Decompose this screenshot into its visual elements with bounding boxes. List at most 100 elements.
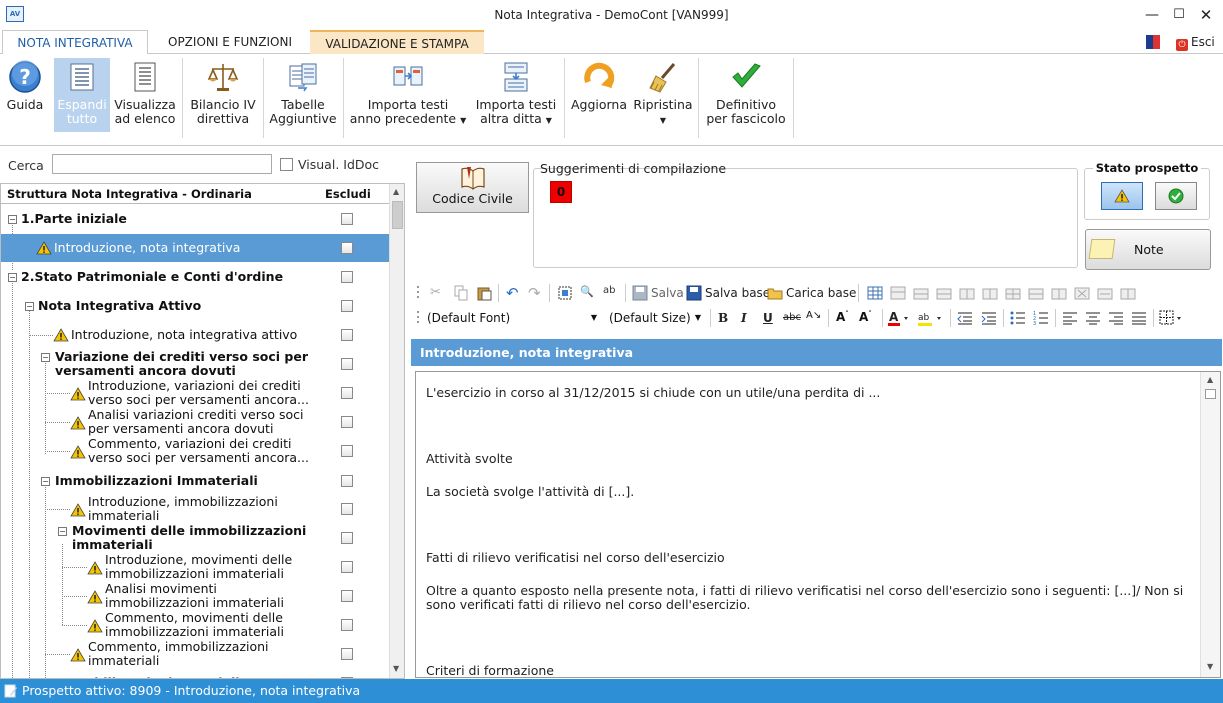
font-size-select[interactable]: (Default Size) ▼ [602, 308, 706, 328]
undo-icon[interactable]: ↶ [506, 285, 522, 301]
scroll-down-icon[interactable]: ▼ [1207, 662, 1213, 671]
tree-row[interactable]: − Variazione dei crediti verso soci per ve… [1, 350, 389, 378]
codice-civile-button[interactable]: Codice Civile [416, 162, 529, 213]
cut-icon[interactable]: ✂ [430, 285, 446, 301]
align-left-icon[interactable] [1062, 310, 1078, 326]
align-center-icon[interactable] [1085, 310, 1101, 326]
escludi-checkbox[interactable] [341, 532, 353, 544]
tree-row[interactable]: Commento, immobilizzazioni immateriali [1, 640, 389, 668]
escludi-checkbox[interactable] [341, 503, 353, 515]
escludi-checkbox[interactable] [341, 387, 353, 399]
escludi-checkbox[interactable] [341, 619, 353, 631]
scroll-up-icon[interactable]: ▲ [1207, 375, 1213, 384]
find-icon[interactable]: 🔍 [580, 285, 596, 301]
expand-toggle-icon[interactable]: − [8, 215, 17, 224]
search-input[interactable] [52, 154, 272, 174]
save-icon[interactable] [632, 285, 648, 301]
editor-scrollbar[interactable]: ▲ ▼ [1200, 372, 1220, 677]
tree-row[interactable]: −1.Parte iniziale [1, 212, 389, 226]
espandi-tutto-button[interactable]: Espandi tutto [54, 58, 110, 132]
insert-row-above-icon[interactable] [913, 285, 929, 301]
salva-button[interactable]: Salva [651, 284, 684, 302]
save-base-icon[interactable] [686, 285, 702, 301]
tree-row[interactable]: − Immobilizzazioni Immateriali [1, 474, 389, 488]
indent-icon[interactable] [981, 310, 997, 326]
editor-content[interactable]: L'esercizio in corso al 31/12/2015 si ch… [426, 386, 1196, 678]
escludi-checkbox[interactable] [341, 416, 353, 428]
tree-row[interactable]: Commento, movimenti delle immobilizzazion… [1, 611, 389, 639]
maximize-button[interactable]: ☐ [1170, 6, 1188, 24]
escludi-checkbox[interactable] [341, 271, 353, 283]
shrink-font-icon[interactable]: A˅ [859, 310, 875, 326]
copy-icon[interactable] [453, 285, 469, 301]
esci-button[interactable]: ⏻ Esci [1176, 31, 1215, 53]
expand-toggle-icon[interactable]: − [8, 273, 17, 282]
table-properties-icon[interactable] [890, 285, 906, 301]
escludi-checkbox[interactable] [341, 561, 353, 573]
bullet-list-icon[interactable] [1010, 310, 1026, 326]
delete-cell-icon[interactable] [1074, 285, 1090, 301]
definitivo-per-fascicolo-button[interactable]: Definitivo per fascicolo [702, 58, 790, 132]
tree-row[interactable]: Introduzione, nota integrativa [1, 234, 389, 262]
select-all-icon[interactable] [557, 285, 573, 301]
scroll-down-icon[interactable]: ▼ [393, 664, 399, 673]
escludi-checkbox[interactable] [341, 648, 353, 660]
tree-row[interactable]: Introduzione, immobilizzazioni immaterial… [1, 495, 389, 523]
expand-toggle-icon[interactable]: − [58, 527, 67, 536]
insert-row-below-icon[interactable] [936, 285, 952, 301]
tree-row[interactable]: Analisi variazioni crediti verso soci per… [1, 408, 389, 436]
importa-testi-altra-ditta-button[interactable]: Importa testi altra ditta ▼ [472, 58, 560, 132]
tab-nota-integrativa[interactable]: NOTA INTEGRATIVA [2, 30, 148, 55]
visual-iddoc-checkbox[interactable] [280, 158, 293, 171]
tab-validazione-e-stampa[interactable]: VALIDAZIONE E STAMPA [310, 30, 484, 54]
tree-row[interactable]: Commento, variazioni dei crediti verso so… [1, 437, 389, 465]
insert-column-right-icon[interactable] [982, 285, 998, 301]
escludi-checkbox[interactable] [341, 300, 353, 312]
aggiorna-button[interactable]: Aggiorna [568, 58, 630, 132]
delete-row-icon[interactable] [1028, 285, 1044, 301]
escludi-checkbox[interactable] [341, 242, 353, 254]
escludi-checkbox[interactable] [341, 213, 353, 225]
text-editor[interactable]: L'esercizio in corso al 31/12/2015 si ch… [415, 371, 1221, 678]
scroll-thumb[interactable] [1205, 389, 1216, 399]
tree-row[interactable]: Introduzione, nota integrativa attivo [1, 328, 389, 342]
tabelle-aggiuntive-button[interactable]: Tabelle Aggiuntive [266, 58, 340, 132]
grow-font-icon[interactable]: A˄ [836, 310, 852, 326]
language-flag-icon[interactable] [1146, 35, 1160, 49]
highlight-color-icon[interactable]: ab [918, 310, 944, 326]
expand-toggle-icon[interactable]: − [41, 353, 50, 362]
font-style-icon[interactable]: A↘ [806, 310, 822, 326]
align-justify-icon[interactable] [1131, 310, 1147, 326]
escludi-checkbox[interactable] [341, 475, 353, 487]
stato-warning-button[interactable] [1101, 182, 1143, 210]
tree-row[interactable]: Analisi movimenti immobilizzazioni immate… [1, 582, 389, 610]
visualizza-ad-elenco-button[interactable]: Visualizza ad elenco [112, 58, 178, 132]
redo-icon[interactable]: ↷ [528, 285, 544, 301]
strikethrough-button[interactable]: abc [783, 309, 801, 327]
salva-base-button[interactable]: Salva base [705, 284, 770, 302]
guida-button[interactable]: ? Guida [4, 58, 46, 132]
bold-button[interactable]: B [718, 309, 728, 327]
escludi-checkbox[interactable] [341, 590, 353, 602]
spellcheck-icon[interactable]: ab [603, 285, 619, 301]
paste-icon[interactable] [476, 285, 492, 301]
scroll-thumb[interactable] [392, 201, 403, 229]
escludi-checkbox[interactable] [341, 358, 353, 370]
escludi-checkbox[interactable] [341, 445, 353, 457]
close-window-button[interactable]: ✕ [1197, 6, 1215, 24]
expand-toggle-icon[interactable]: − [25, 302, 34, 311]
align-right-icon[interactable] [1108, 310, 1124, 326]
scroll-up-icon[interactable]: ▲ [393, 187, 399, 196]
merge-cells-icon[interactable] [1097, 285, 1113, 301]
escludi-checkbox[interactable] [341, 329, 353, 341]
open-folder-icon[interactable] [767, 285, 783, 301]
tab-opzioni-e-funzioni[interactable]: OPZIONI E FUNZIONI [152, 30, 308, 54]
ripristina-button[interactable]: Ripristina ▼ [632, 58, 694, 132]
italic-button[interactable]: I [741, 309, 747, 327]
tree-row[interactable]: − Movimenti delle immobilizzazioni immater… [1, 524, 389, 552]
suggestion-flag-icon[interactable]: 0 [550, 181, 572, 203]
tree-row[interactable]: − Nota Integrativa Attivo [1, 299, 389, 313]
insert-cell-icon[interactable] [1005, 285, 1021, 301]
outdent-icon[interactable] [957, 310, 973, 326]
numbered-list-icon[interactable]: 123 [1033, 310, 1049, 327]
